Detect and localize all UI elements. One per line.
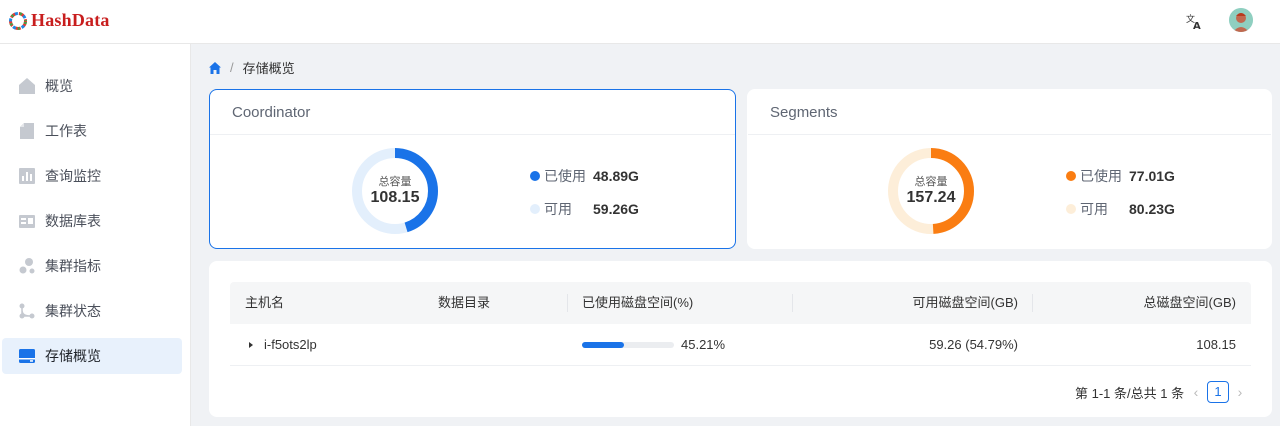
user-avatar[interactable] — [1229, 8, 1253, 32]
sidebar-item-label: 数据库表 — [45, 213, 101, 229]
chevron-left-icon[interactable]: ‹ — [1189, 382, 1203, 402]
column-header-hostname: 主机名 — [245, 295, 285, 310]
card-divider — [210, 134, 735, 135]
hashdata-logo[interactable]: HashData — [8, 10, 110, 31]
document-icon — [18, 122, 36, 140]
column-separator — [1032, 294, 1033, 312]
disk-usage-table-card: 主机名 数据目录 已使用磁盘空间(%) 可用磁盘空间(GB) 总磁盘空间(GB)… — [209, 261, 1272, 417]
sidebar-item-label: 查询监控 — [45, 168, 101, 184]
sidebar-item-cluster-status[interactable]: 集群状态 — [2, 293, 182, 329]
cell-used-percent: 45.21% — [681, 337, 726, 352]
table-header: 主机名 数据目录 已使用磁盘空间(%) 可用磁盘空间(GB) 总磁盘空间(GB) — [230, 282, 1251, 324]
translate-icon[interactable]: 文 A — [1183, 10, 1205, 32]
total-capacity-value: 157.24 — [906, 189, 956, 206]
sidebar-item-storage-overview[interactable]: 存储概览 — [2, 338, 182, 374]
legend-free: 可用 80.23G — [1066, 199, 1175, 219]
legend-used-value: 48.89G — [593, 168, 639, 184]
column-header-total-disk-gb: 总磁盘空间(GB) — [1143, 295, 1236, 310]
storage-icon — [18, 347, 36, 365]
card-title: Coordinator — [232, 104, 311, 121]
page-number-button[interactable]: 1 — [1207, 381, 1229, 403]
used-disk-progress-fill — [582, 342, 624, 348]
column-header-used-disk-percent: 已使用磁盘空间(%) — [582, 295, 694, 310]
sidebar: 概览 工作表 查询监控 数据库表 集群指标 集群状态 存储概览 — [0, 44, 191, 426]
breadcrumb-current: 存储概览 — [242, 61, 295, 76]
total-capacity-label: 总容量 — [378, 176, 412, 188]
legend-free-label: 可用 — [1080, 201, 1108, 217]
table-row[interactable]: i-f5ots2lp 45.21% 59.26 (54.79%) 108.15 — [230, 324, 1251, 366]
database-table-icon — [18, 212, 36, 230]
legend-dot-free — [530, 204, 540, 214]
segments-card: Segments 总容量 157.24 已使用 77.01G 可用 80.23G — [747, 89, 1272, 249]
sidebar-item-label: 集群指标 — [45, 258, 101, 274]
segments-donut: 总容量 157.24 — [886, 146, 976, 236]
legend-free-value: 80.23G — [1129, 201, 1175, 217]
expand-row-icon[interactable] — [249, 342, 253, 348]
logo-text: HashData — [31, 10, 110, 30]
cell-free-disk-gb: 59.26 (54.79%) — [929, 337, 1018, 352]
sidebar-item-overview[interactable]: 概览 — [2, 68, 182, 104]
used-disk-progress-bar — [582, 342, 674, 348]
card-title: Segments — [770, 104, 838, 121]
legend-free-value: 59.26G — [593, 201, 639, 217]
legend-used-label: 已使用 — [544, 168, 586, 184]
cluster-status-icon — [18, 302, 36, 320]
sidebar-item-label: 存储概览 — [45, 348, 101, 364]
svg-text:A: A — [1193, 21, 1201, 30]
total-capacity-label: 总容量 — [914, 176, 948, 188]
legend-used: 已使用 77.01G — [1066, 166, 1175, 186]
home-icon[interactable] — [208, 61, 222, 75]
cluster-metrics-icon — [18, 257, 36, 275]
pagination-summary: 第 1-1 条/总共 1 条 — [1075, 386, 1185, 401]
column-separator — [567, 294, 568, 312]
legend-dot-used — [530, 171, 540, 181]
cell-total-disk-gb: 108.15 — [1196, 337, 1236, 352]
coordinator-donut: 总容量 108.15 — [350, 146, 440, 236]
chevron-right-icon[interactable]: › — [1233, 382, 1247, 402]
hashdata-logo-icon — [9, 11, 27, 30]
legend-used-value: 77.01G — [1129, 168, 1175, 184]
breadcrumb-separator: / — [230, 60, 234, 75]
column-separator — [792, 294, 793, 312]
legend-dot-used — [1066, 171, 1076, 181]
sidebar-item-database-tables[interactable]: 数据库表 — [2, 203, 182, 239]
legend-free-label: 可用 — [544, 201, 572, 217]
legend-dot-free — [1066, 204, 1076, 214]
top-header: HashData 文 A — [0, 0, 1280, 44]
column-header-free-disk-gb: 可用磁盘空间(GB) — [912, 295, 1018, 310]
card-divider — [748, 134, 1271, 135]
sidebar-item-cluster-metrics[interactable]: 集群指标 — [2, 248, 182, 284]
column-header-data-directory: 数据目录 — [438, 295, 491, 310]
sidebar-item-label: 集群状态 — [45, 303, 101, 319]
sidebar-item-label: 概览 — [45, 78, 73, 94]
legend-free: 可用 59.26G — [530, 199, 639, 219]
legend-used-label: 已使用 — [1080, 168, 1122, 184]
bar-chart-icon — [18, 167, 36, 185]
total-capacity-value: 108.15 — [370, 189, 420, 206]
coordinator-card: Coordinator 总容量 108.15 已使用 48.89G 可用 59.… — [209, 89, 736, 249]
breadcrumb: / 存储概览 — [208, 58, 295, 77]
sidebar-item-label: 工作表 — [45, 123, 87, 139]
cell-hostname: i-f5ots2lp — [264, 337, 317, 352]
sidebar-item-query-monitor[interactable]: 查询监控 — [2, 158, 182, 194]
legend-used: 已使用 48.89G — [530, 166, 639, 186]
sidebar-item-worksheet[interactable]: 工作表 — [2, 113, 182, 149]
home-icon — [18, 77, 36, 95]
